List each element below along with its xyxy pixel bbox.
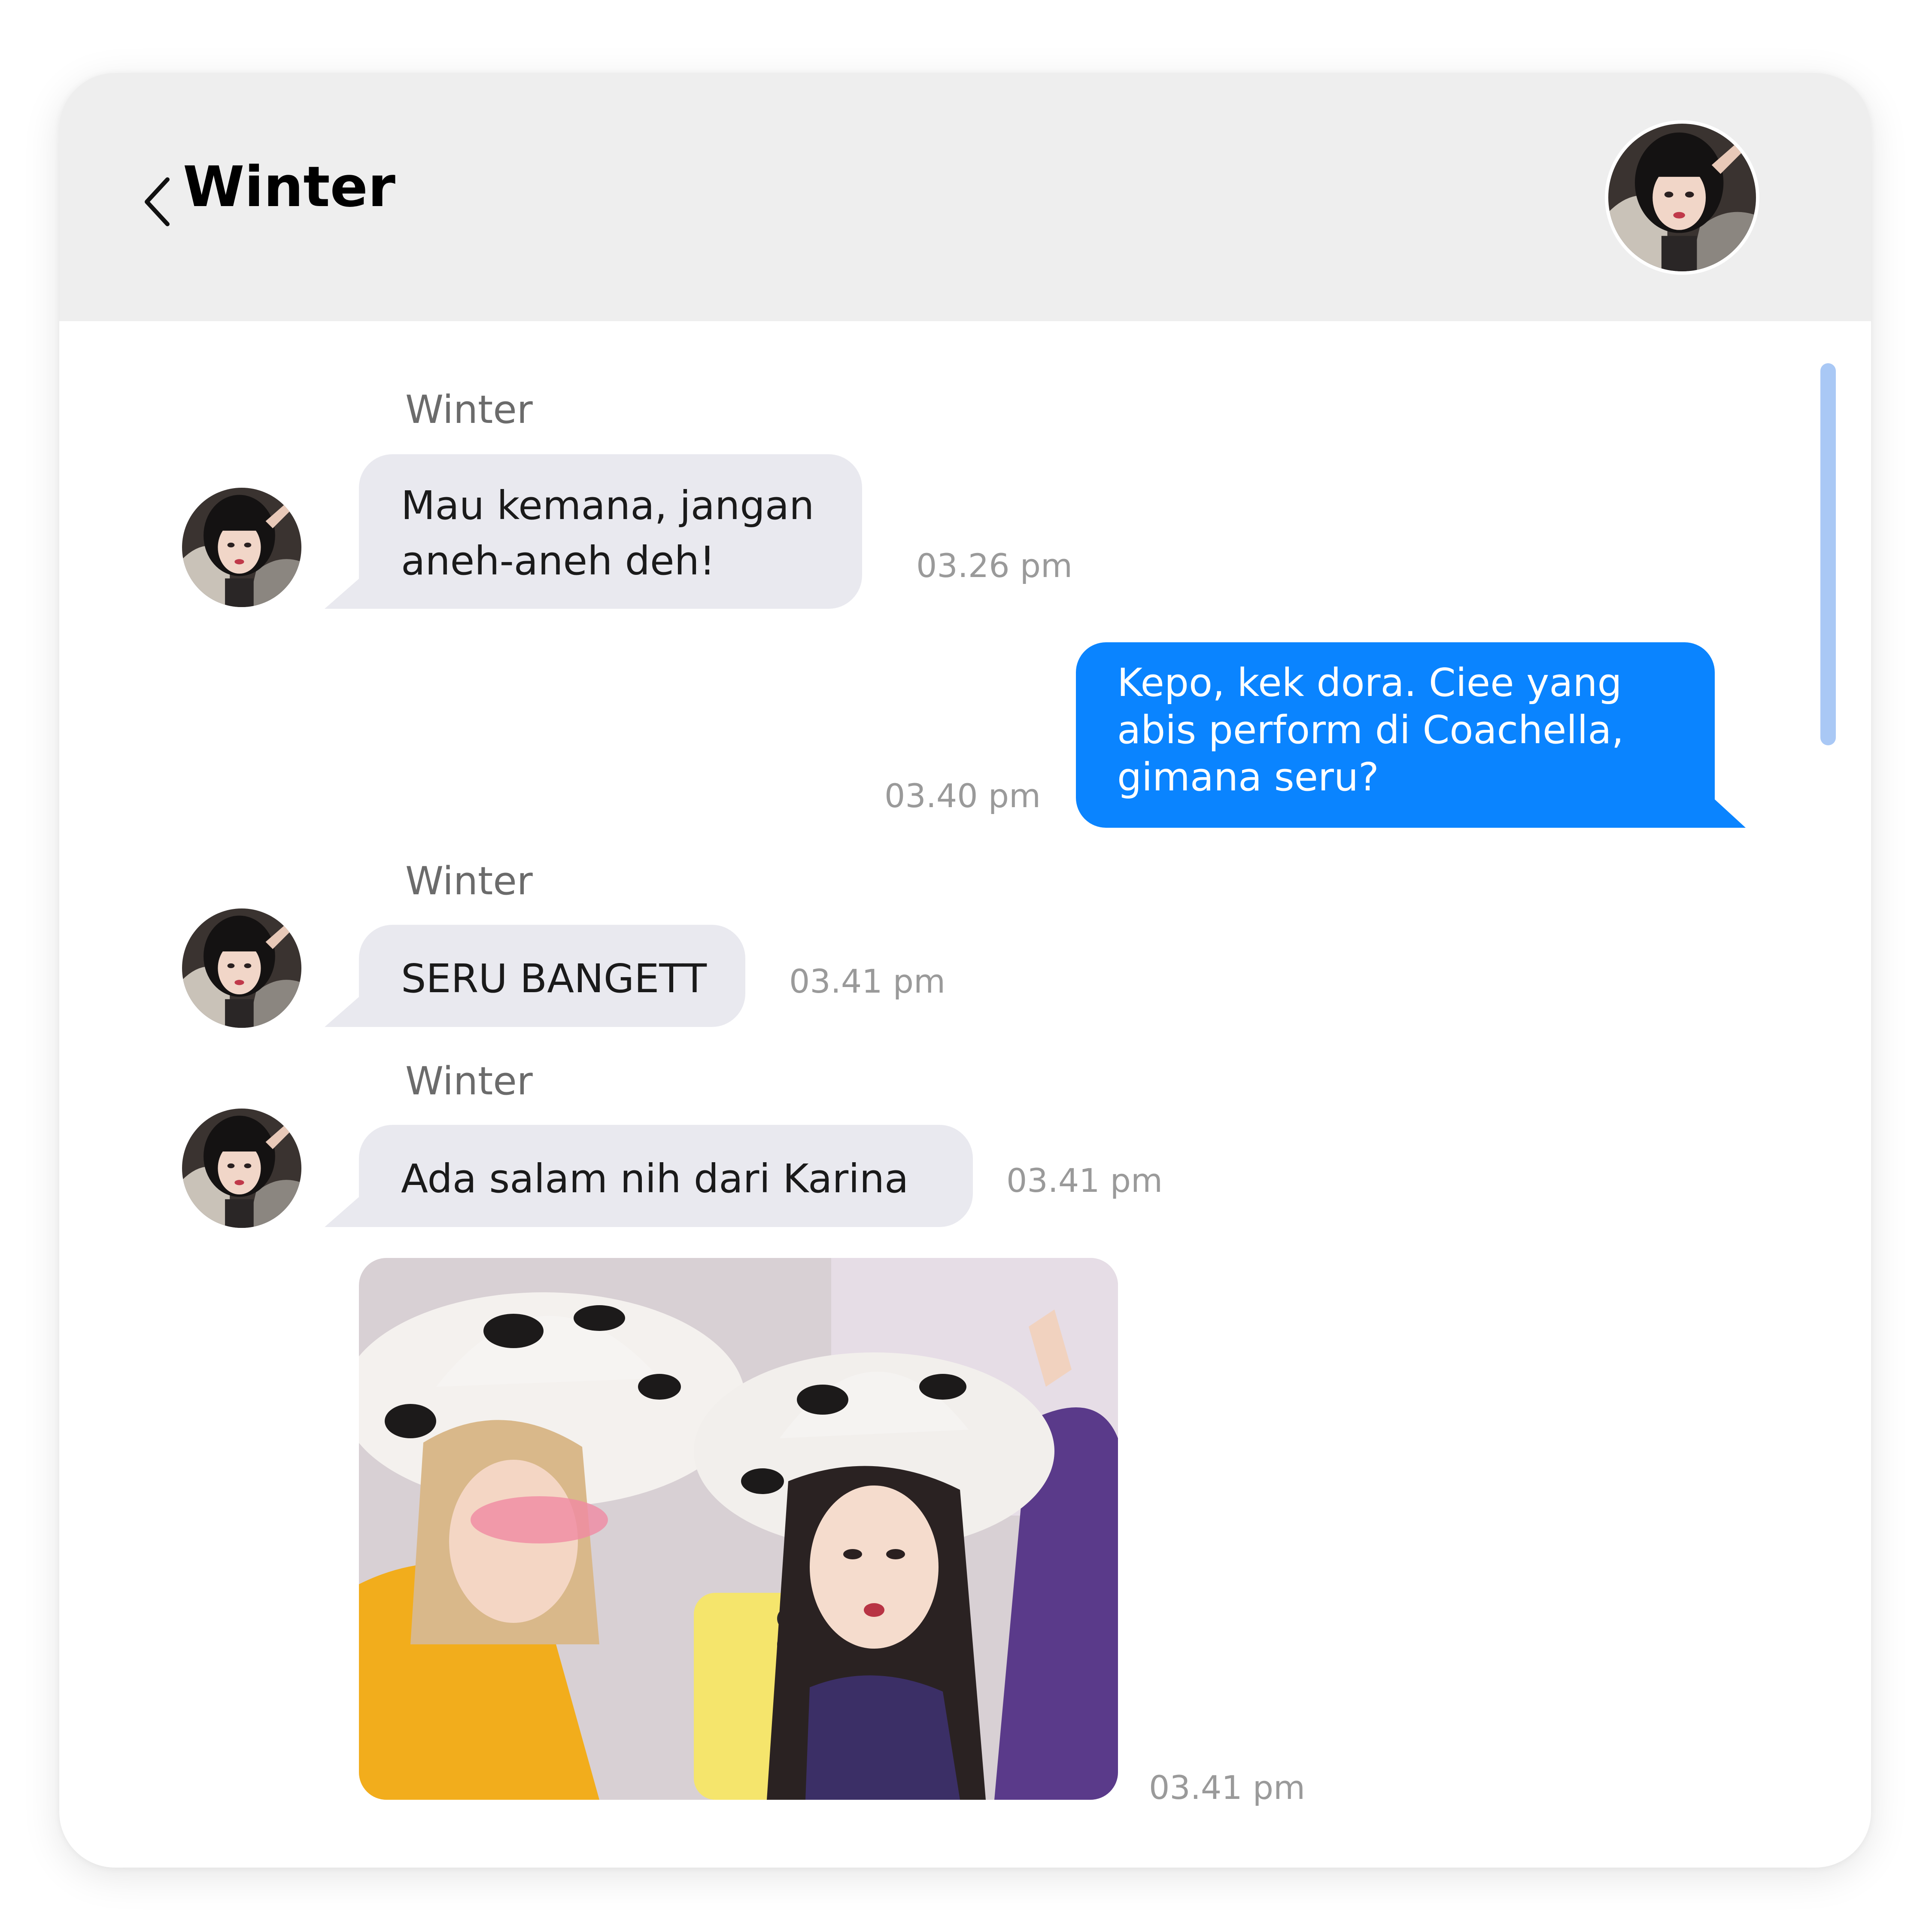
sender-avatar[interactable] xyxy=(182,488,301,607)
message-timestamp: 03.26 pm xyxy=(916,547,1073,585)
message-timestamp: 03.40 pm xyxy=(884,777,1041,815)
sender-name: Winter xyxy=(405,387,533,432)
message-timestamp: 03.41 pm xyxy=(789,962,946,1000)
bubble-tail xyxy=(325,579,359,609)
bubble-tail xyxy=(325,997,359,1027)
message-text: SERU BANGETT xyxy=(401,956,707,1002)
photo-attachment[interactable] xyxy=(359,1258,1118,1800)
chat-header: Winter xyxy=(59,73,1871,321)
message-text-line: Kepo, kek dora. Ciee yang xyxy=(1117,660,1622,705)
sender-avatar[interactable] xyxy=(182,908,301,1028)
message-text: Ada salam nih dari Karina xyxy=(401,1156,909,1202)
contact-name: Winter xyxy=(183,154,395,219)
message-text-line: Mau kemana, jangan xyxy=(401,483,814,529)
message-bubble-outgoing[interactable]: Kepo, kek dora. Ciee yang abis perform d… xyxy=(1076,642,1746,828)
bubble-tail xyxy=(325,1197,359,1227)
sender-name: Winter xyxy=(405,1059,533,1104)
message-timestamp: 03.41 pm xyxy=(1149,1768,1306,1807)
message-text-line: abis perform di Coachella, xyxy=(1117,707,1624,753)
sender-avatar[interactable] xyxy=(182,1109,301,1228)
message-bubble-incoming[interactable]: Ada salam nih dari Karina xyxy=(325,1125,973,1227)
contact-avatar[interactable] xyxy=(1605,120,1759,275)
chat-window: Winter Winter Mau kemana, jangan aneh-an… xyxy=(59,73,1871,1868)
scrollbar-thumb[interactable] xyxy=(1820,363,1836,745)
message-bubble-incoming[interactable]: SERU BANGETT xyxy=(325,925,745,1027)
chevron-left-icon[interactable] xyxy=(132,172,184,232)
bubble-tail xyxy=(1715,799,1746,828)
sender-name: Winter xyxy=(405,859,533,904)
message-timestamp: 03.41 pm xyxy=(1006,1161,1163,1200)
message-text-line: gimana seru? xyxy=(1117,754,1379,800)
message-text-line: aneh-aneh deh! xyxy=(401,538,715,584)
message-bubble-incoming[interactable]: Mau kemana, jangan aneh-aneh deh! xyxy=(325,454,862,609)
